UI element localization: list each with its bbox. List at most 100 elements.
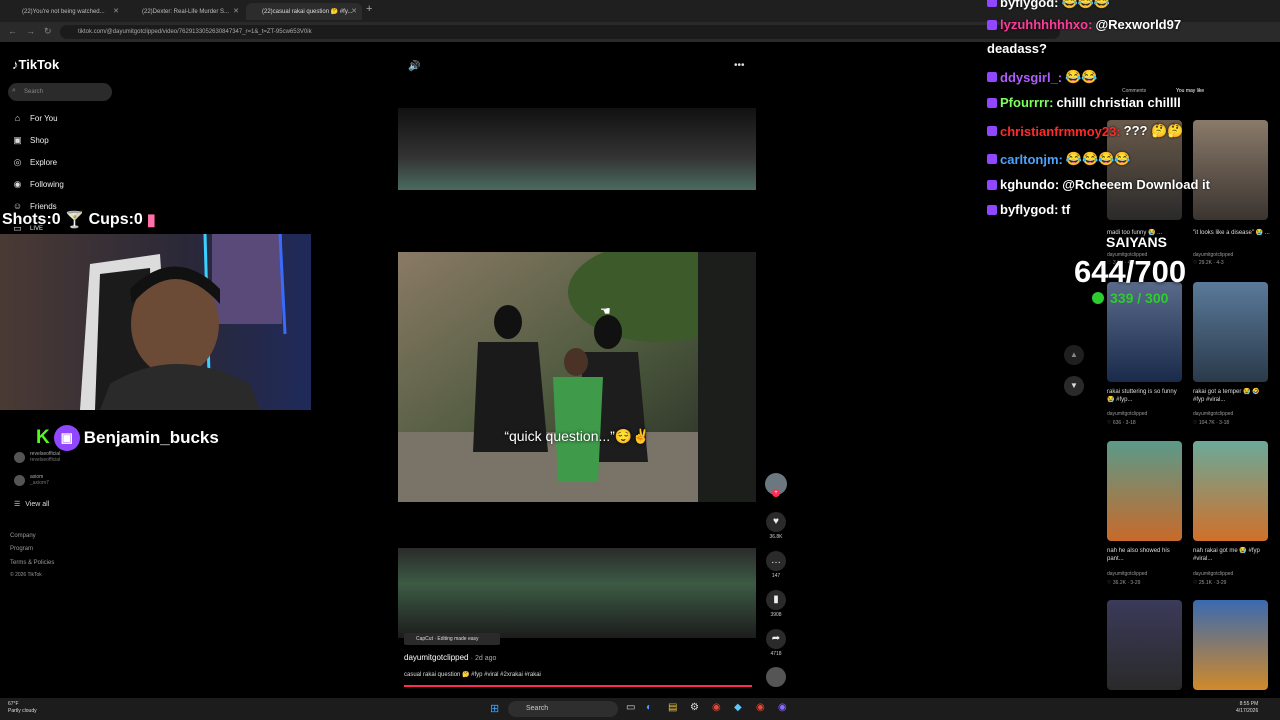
mouse-cursor-icon: ☚ <box>600 304 611 318</box>
thumbnail-user: dayumitgotclipped <box>1193 252 1234 258</box>
music-disc-icon[interactable] <box>766 667 786 687</box>
new-tab-icon[interactable]: + <box>366 3 372 15</box>
following-account[interactable]: axiom _axiom7 <box>14 474 49 486</box>
previous-video-preview[interactable] <box>398 108 756 190</box>
sidebar-item-for-you[interactable]: ⌂ For You <box>12 113 58 124</box>
sidebar-item-label: Shop <box>30 136 49 145</box>
following-account[interactable]: revelseofficial revelseofficial <box>14 451 60 463</box>
thumbnail-meta: ♡ 36.2K · 3-29 <box>1107 580 1141 586</box>
app-icon[interactable]: ◉ <box>756 702 765 713</box>
bookmark-count: 3908 <box>770 612 782 618</box>
thumbnail-title[interactable]: rakai got a temper 😭 🤣 #fyp #viral... <box>1193 388 1271 404</box>
system-clock[interactable]: 8:55 PM 4/17/2026 <box>1236 701 1258 715</box>
status-dot-icon <box>1092 292 1104 304</box>
thumbnail-title[interactable]: "it looks like a disease" 😭 ... <box>1193 229 1271 237</box>
footer-program-link[interactable]: Program <box>10 546 33 552</box>
follow-plus-icon[interactable]: + <box>772 489 780 497</box>
thumbnail-user: dayumitgotclipped <box>1107 571 1148 577</box>
twitch-name-banner: K ▣ Benjamin_bucks <box>36 425 219 451</box>
app-icon[interactable]: ◆ <box>734 702 742 713</box>
comment-icon[interactable]: … <box>766 551 786 571</box>
app-icon[interactable]: ◉ <box>778 702 787 713</box>
close-icon[interactable]: ✕ <box>351 7 357 15</box>
kick-logo-icon: K <box>36 427 50 448</box>
video-player[interactable] <box>398 252 756 502</box>
tiktok-logo[interactable]: ♪TikTok <box>12 57 59 72</box>
search-input[interactable]: Search <box>8 83 112 101</box>
thumbnail-user: dayumitgotclipped <box>1107 411 1148 417</box>
volume-icon[interactable]: 🔊 <box>408 61 420 72</box>
thumbnail-title[interactable]: nah rakai got me 😭 #fyp #viral... <box>1193 547 1271 563</box>
chat-badge-icon <box>987 0 997 7</box>
windows-start-icon[interactable]: ⊞ <box>490 702 499 715</box>
video-thumbnail[interactable] <box>1193 441 1268 541</box>
thumbnail-title[interactable]: nah he also showed his pant... <box>1107 547 1185 563</box>
forward-icon[interactable]: → <box>26 26 35 36</box>
task-view-icon[interactable]: ▭ <box>626 702 635 713</box>
chat-badge-icon <box>987 126 997 136</box>
reload-icon[interactable]: ↻ <box>44 26 52 37</box>
view-all-link[interactable]: ☰ View all <box>14 500 49 509</box>
comment-count: 147 <box>771 573 781 579</box>
video-frame <box>398 252 756 502</box>
sidebar-item-explore[interactable]: ◎ Explore <box>12 157 58 168</box>
bookmark-icon[interactable]: ▮ <box>766 590 786 610</box>
video-thumbnail[interactable] <box>1193 600 1268 690</box>
chat-username: ddysgirl_: <box>1000 69 1063 85</box>
taskbar-search[interactable]: Search <box>508 701 618 717</box>
chrome-icon[interactable]: ◉ <box>712 702 721 713</box>
video-thumbnail[interactable] <box>1107 600 1182 690</box>
browser-tab-active[interactable]: (22)casual rakai question 🤔 #fy... ✕ <box>246 3 362 20</box>
scroll-up-button[interactable]: ▲ <box>1064 345 1084 365</box>
like-action[interactable]: ♥ 36.8K <box>766 512 786 540</box>
video-author[interactable]: dayumitgotclipped <box>404 653 468 662</box>
list-icon: ☰ <box>14 501 21 508</box>
url-field[interactable]: tiktok.com/@dayumitgotclipped/video/7629… <box>60 25 1060 39</box>
next-video-preview[interactable] <box>398 548 756 638</box>
back-icon[interactable]: ← <box>8 26 17 36</box>
comment-action[interactable]: … 147 <box>766 551 786 579</box>
scroll-down-button[interactable]: ▼ <box>1064 376 1084 396</box>
tab-you-may-like[interactable]: You may like <box>1176 88 1204 94</box>
chat-username: carltonjm: <box>1000 151 1063 167</box>
tab-comments[interactable]: Comments <box>1122 88 1146 94</box>
chat-username: byflygod: <box>1000 0 1059 10</box>
footer-company-link[interactable]: Company <box>10 533 36 539</box>
avatar <box>14 451 25 463</box>
browser-tab[interactable]: (22)Dexter: Real-Life Murder S... ✕ <box>126 3 244 20</box>
chat-message-continued: deadass? <box>987 41 1047 56</box>
chat-badge-icon <box>987 72 997 82</box>
video-thumbnail[interactable] <box>1193 282 1268 382</box>
edge-icon[interactable]: ◐ <box>646 702 652 713</box>
close-icon[interactable]: ✕ <box>233 7 239 15</box>
bookmark-action[interactable]: ▮ 3908 <box>766 590 786 618</box>
sidebar-item-label: For You <box>30 114 58 123</box>
weather-widget[interactable]: 67°F Partly cloudy <box>8 701 37 715</box>
capcut-label: CapCut · Editing made easy <box>416 636 479 642</box>
thumbnail-meta: ♡ 636 · 3-18 <box>1107 420 1136 426</box>
footer-terms-link[interactable]: Terms & Policies <box>10 560 54 566</box>
search-icon: ⌕ <box>12 87 16 94</box>
close-icon[interactable]: ✕ <box>113 7 119 15</box>
sidebar-item-shop[interactable]: ▣ Shop <box>12 135 49 146</box>
creator-avatar[interactable]: + <box>765 473 787 497</box>
thumbnail-title[interactable]: rakai stuttering is so funny 😭 #fyp... <box>1107 388 1185 404</box>
share-icon[interactable]: ➦ <box>766 629 786 649</box>
video-thumbnail[interactable] <box>1107 441 1182 541</box>
share-action[interactable]: ➦ 4718 <box>766 629 786 657</box>
capcut-badge[interactable]: CapCut · Editing made easy <box>404 633 500 645</box>
video-progress-fill <box>404 685 752 687</box>
video-thumbnail[interactable] <box>1193 120 1268 220</box>
sidebar-item-following[interactable]: ◉ Following <box>12 179 64 190</box>
file-explorer-icon[interactable]: ▤ <box>668 702 677 713</box>
video-progress-bar[interactable] <box>404 685 752 687</box>
settings-icon[interactable]: ⚙ <box>690 702 699 713</box>
chat-text: ??? 🤔🤔 <box>1123 123 1184 138</box>
browser-tab[interactable]: (22)You're not being watched... ✕ <box>6 3 124 20</box>
chat-text: 😂😂 <box>1065 69 1098 84</box>
heart-icon[interactable]: ♥ <box>766 512 786 532</box>
more-options-icon[interactable]: ••• <box>734 60 745 71</box>
weather-temp: 67°F <box>8 701 19 707</box>
chat-text: tf <box>1061 202 1071 217</box>
taskbar-search-label: Search <box>526 705 549 712</box>
